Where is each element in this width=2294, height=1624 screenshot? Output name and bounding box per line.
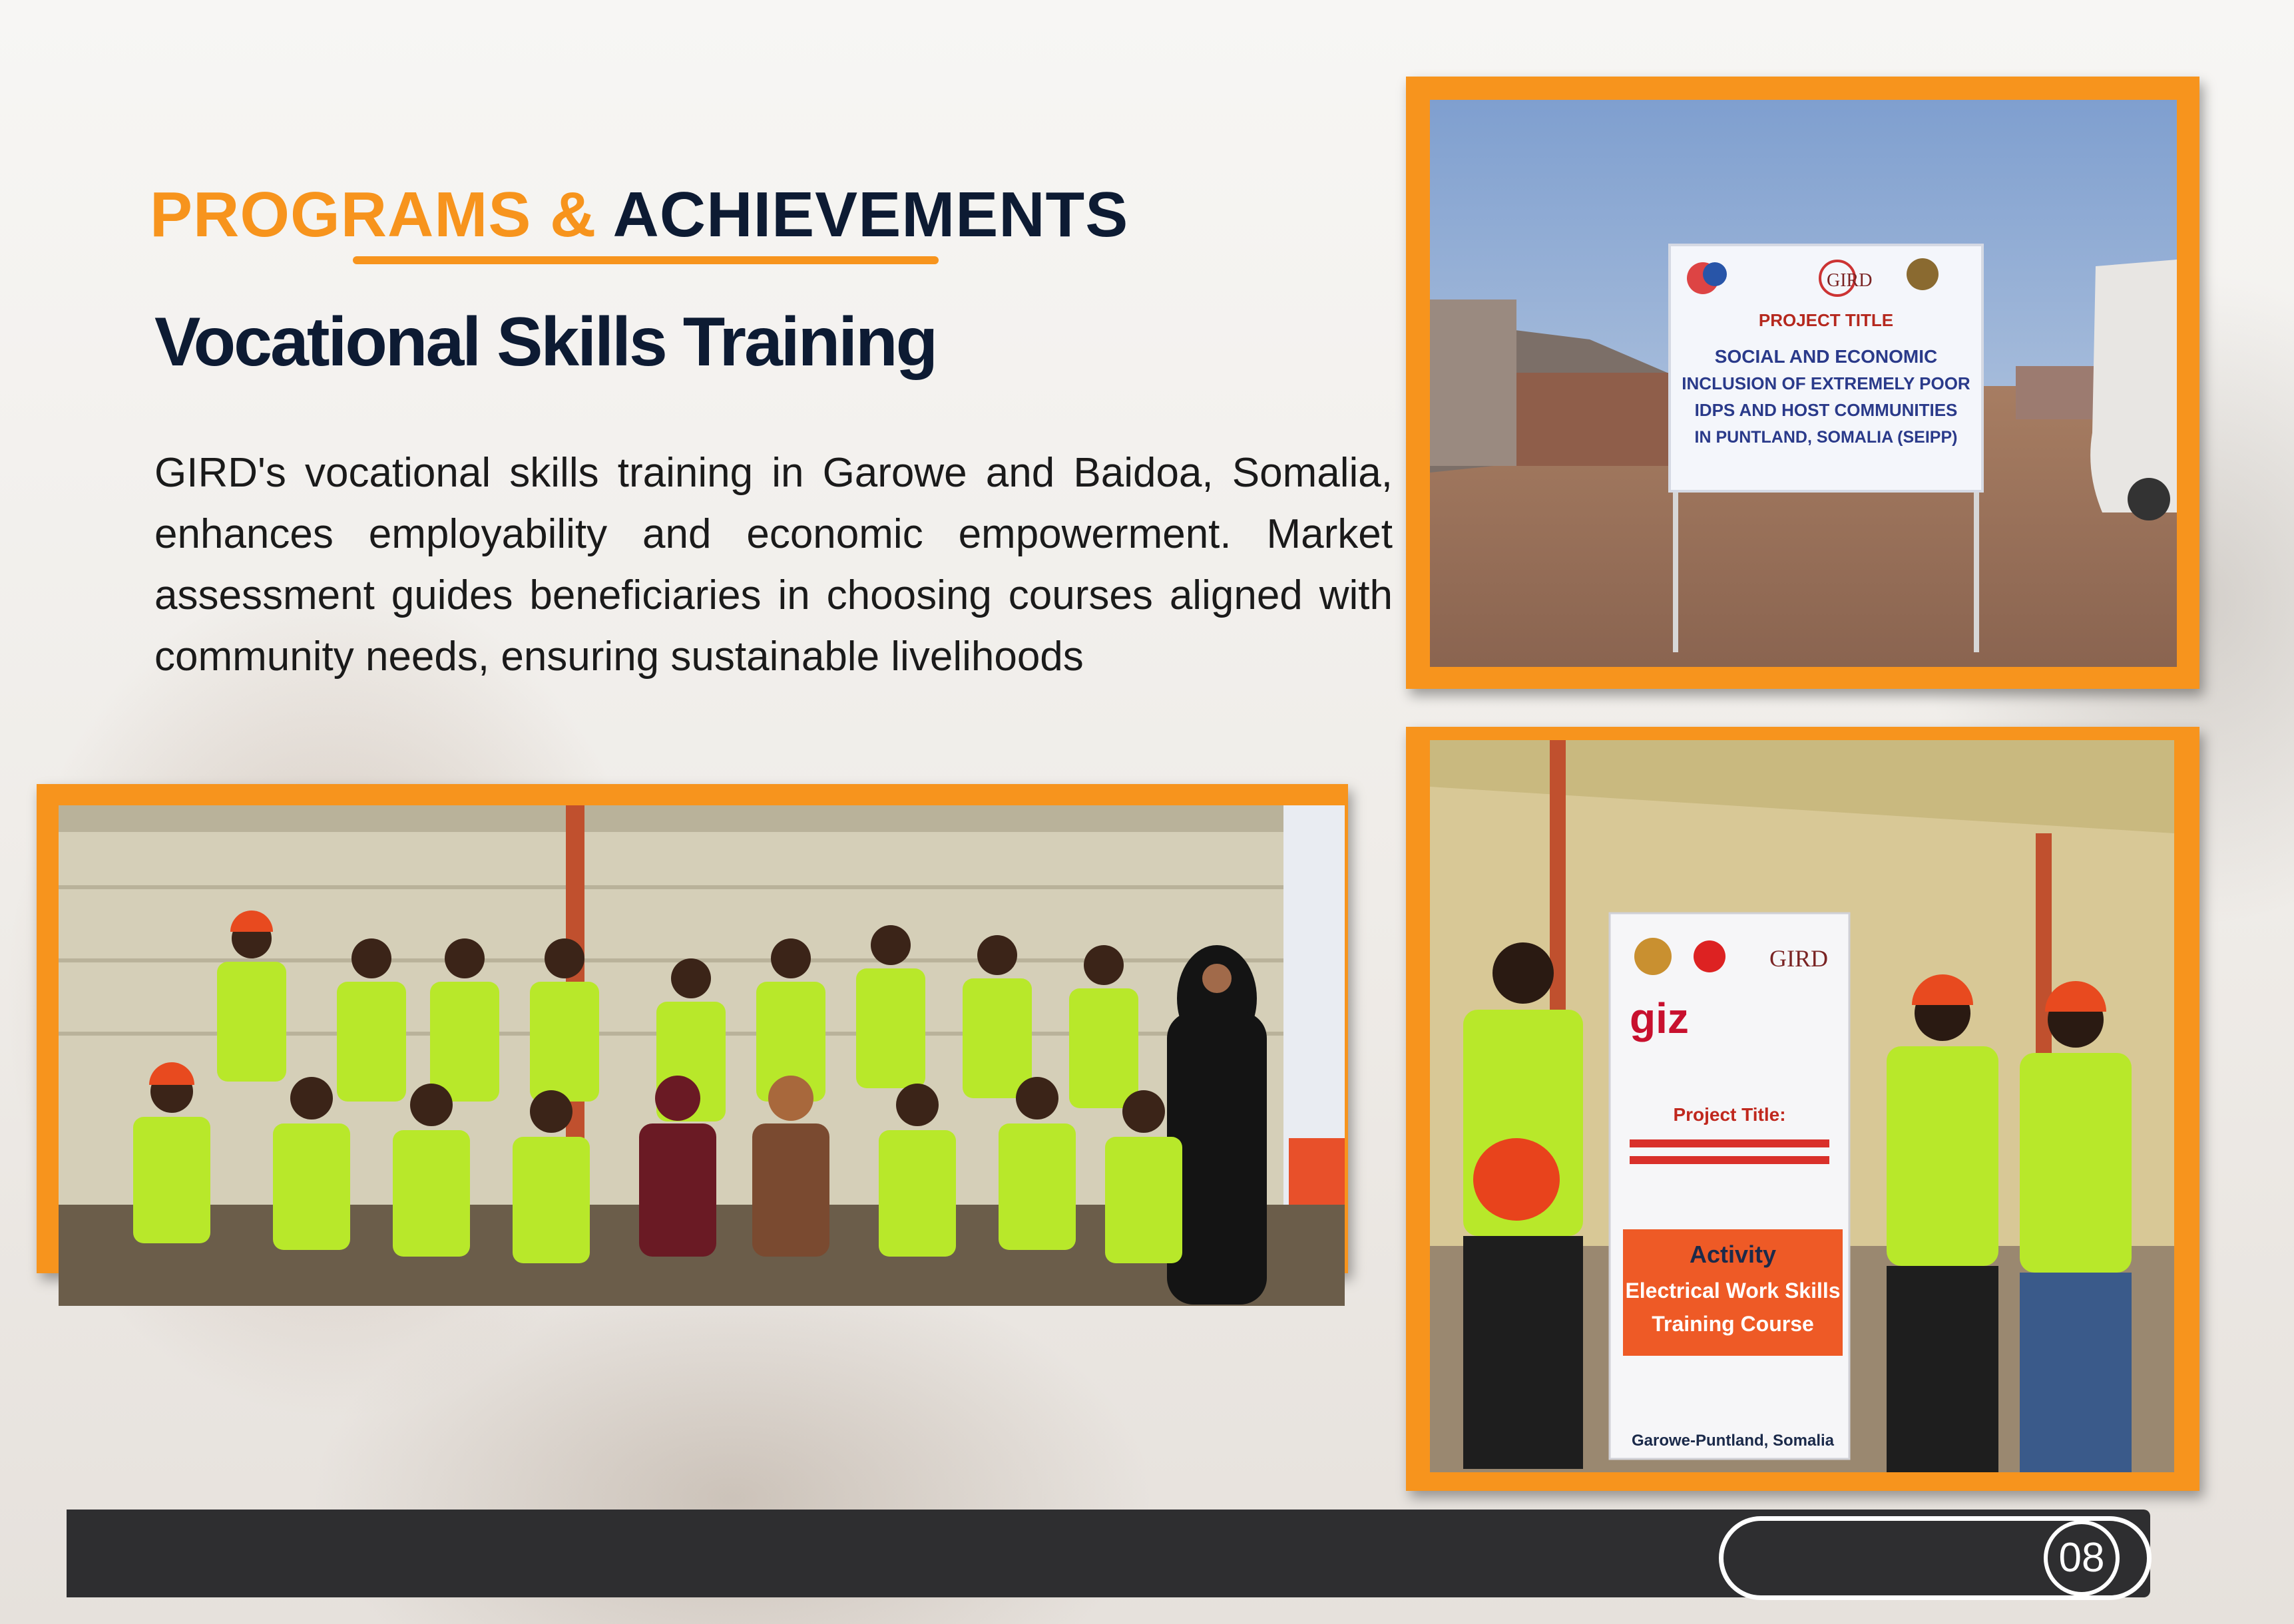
banner-activity-label: Activity — [1690, 1241, 1776, 1268]
banner-location: Garowe-Puntland, Somalia — [1632, 1432, 1835, 1450]
sign-logo-gird: GIRD — [1827, 270, 1872, 291]
sign-line-2: INCLUSION OF EXTREMELY POOR — [1682, 373, 1970, 393]
section-title-achievements: ACHIEVEMENTS — [612, 179, 1129, 250]
trainee-middle — [1887, 974, 1998, 1472]
description-paragraph: GIRD's vocational skills training in Gar… — [154, 450, 1393, 680]
banner-project-title-label: Project Title: — [1673, 1104, 1785, 1125]
trainee-right — [2020, 981, 2132, 1472]
trainee-left — [1463, 942, 1583, 1469]
banner-giz-logo: giz — [1630, 994, 1689, 1042]
photo-group-trainees — [59, 805, 1345, 1306]
title-underline — [353, 256, 939, 264]
sign-project-title-label: PROJECT TITLE — [1759, 310, 1893, 330]
photo-electrical-training: GIRD giz Project Title: Activity Electri… — [1430, 740, 2174, 1472]
sign-line-4: IN PUNTLAND, SOMALIA (SEIPP) — [1695, 428, 1958, 447]
training-banner: GIRD giz Project Title: Activity Electri… — [1608, 912, 1851, 1460]
banner-gird-logo: GIRD — [1769, 945, 1828, 972]
banner-course-line2: Training Course — [1652, 1312, 1814, 1336]
page-number: 08 — [2058, 1535, 2105, 1581]
page-subtitle: Vocational Skills Training — [154, 304, 938, 381]
section-title: PROGRAMS & ACHIEVEMENTS — [150, 178, 1128, 252]
banner-course-line1: Electrical Work Skills — [1625, 1279, 1840, 1303]
section-title-programs: PROGRAMS & — [150, 179, 597, 250]
sign-line-3: IDPS AND HOST COMMUNITIES — [1695, 400, 1958, 420]
sign-line-1: SOCIAL AND ECONOMIC — [1715, 346, 1937, 367]
photo-project-sign: GIRD PROJECT TITLE SOCIAL AND ECONOMIC I… — [1430, 100, 2177, 667]
